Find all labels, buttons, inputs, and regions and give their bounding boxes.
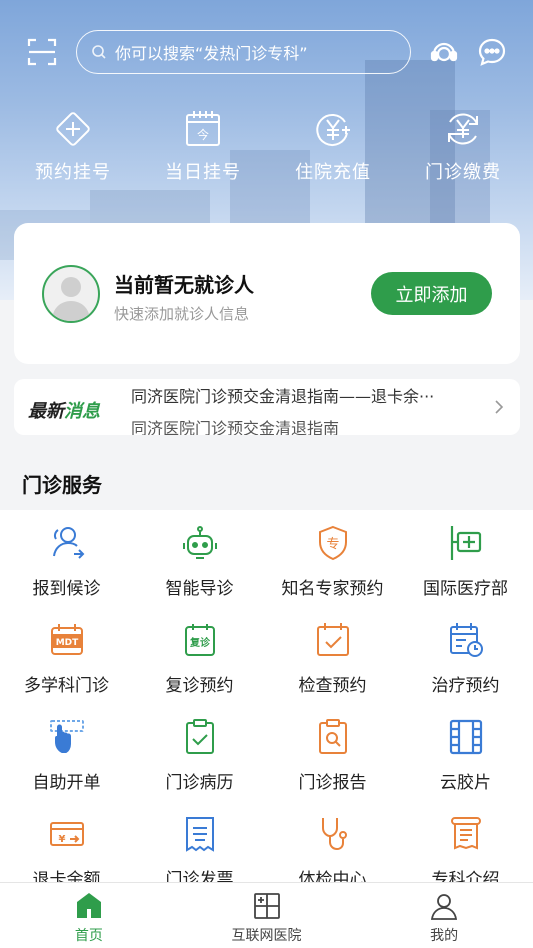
- service-label: 检查预约: [298, 676, 367, 696]
- quick-action-inpatient-topup[interactable]: 住院充值: [268, 108, 398, 184]
- clipboard-check-icon: [185, 719, 214, 754]
- quick-action-label: 预约挂号: [35, 162, 111, 183]
- service-label: 门诊病历: [165, 773, 234, 793]
- service-label: 国际医疗部: [423, 579, 508, 599]
- news-ticker[interactable]: 最新消息 同济医院门诊预交金清退指南——退卡余··· 同济医院门诊预交金清退指南: [14, 379, 520, 435]
- user-icon: [431, 894, 458, 920]
- service-label: 治疗预约: [431, 676, 500, 696]
- service-checkin[interactable]: 报到候诊: [0, 510, 133, 607]
- film-icon: [449, 719, 482, 755]
- tab-label: 我的: [430, 928, 459, 944]
- news-headline: 同济医院门诊预交金清退指南——退卡余···: [131, 387, 435, 406]
- search-placeholder: 你可以搜索“发热门诊专科”: [115, 44, 308, 63]
- bottom-tab-bar: 首页 互联网医院 我的: [0, 882, 533, 948]
- service-label: 专科介绍: [431, 870, 500, 882]
- svg-text:专: 专: [326, 537, 339, 552]
- scan-icon[interactable]: [26, 36, 58, 68]
- service-label: 自助开单: [32, 773, 101, 793]
- patient-card-title: 当前暂无就诊人: [114, 273, 254, 297]
- stethoscope-icon: [321, 818, 347, 851]
- service-revisit[interactable]: 复诊 复诊预约: [133, 607, 266, 704]
- calendar-today-icon: 今: [186, 111, 220, 146]
- section-title: 门诊服务: [22, 473, 102, 497]
- svg-text:¥: ¥: [58, 834, 65, 845]
- service-label: 体检中心: [298, 870, 367, 882]
- service-label: 多学科门诊: [24, 676, 109, 696]
- top-bar: 你可以搜索“发热门诊专科”: [0, 30, 533, 76]
- customer-service-icon[interactable]: [428, 36, 460, 68]
- service-label: 复诊预约: [165, 676, 234, 696]
- service-invoice[interactable]: 门诊发票: [133, 801, 266, 882]
- svg-text:复诊: 复诊: [189, 636, 211, 649]
- chevron-right-icon: [495, 400, 504, 414]
- message-icon[interactable]: [476, 36, 508, 68]
- patient-card-subtitle: 快速添加就诊人信息: [114, 305, 250, 323]
- service-mdt[interactable]: MDT 多学科门诊: [0, 607, 133, 704]
- expert-shield-icon: 专: [318, 525, 347, 561]
- service-treatment-appointment[interactable]: 治疗预约: [399, 607, 532, 704]
- service-medical-record[interactable]: 门诊病历: [133, 704, 266, 801]
- mdt-calendar-icon: MDT: [50, 624, 83, 655]
- service-international[interactable]: 国际医疗部: [399, 510, 532, 607]
- service-label: 门诊发票: [165, 870, 234, 882]
- quick-actions: 预约挂号 今 当日挂号 住院充值 门诊缴费: [0, 108, 533, 184]
- quick-action-label: 当日挂号: [165, 162, 241, 183]
- tab-mine[interactable]: 我的: [355, 883, 533, 948]
- add-patient-button[interactable]: 立即添加: [371, 272, 492, 315]
- report-search-icon: [318, 719, 347, 754]
- service-label: 知名专家预约: [281, 579, 384, 599]
- tab-home[interactable]: 首页: [0, 883, 178, 948]
- touch-hand-icon: [49, 720, 84, 753]
- news-headline-next: 同济医院门诊预交金清退指南: [131, 419, 340, 435]
- svg-text:MDT: MDT: [55, 638, 78, 648]
- service-label: 报到候诊: [32, 579, 101, 599]
- avatar: [42, 265, 100, 323]
- yen-plus-icon: [316, 114, 350, 146]
- service-label: 云胶片: [440, 773, 491, 793]
- patient-card: 当前暂无就诊人 快速添加就诊人信息 立即添加: [14, 223, 520, 364]
- treatment-calendar-icon: [449, 623, 483, 657]
- service-label: 门诊报告: [298, 773, 367, 793]
- internet-hospital-icon: [253, 893, 280, 919]
- search-icon: [92, 45, 106, 59]
- home-icon: [76, 893, 101, 918]
- quick-action-outpatient-payment[interactable]: 门诊缴费: [398, 108, 528, 184]
- svg-text:今: 今: [197, 127, 209, 142]
- default-avatar-icon: [52, 277, 90, 321]
- invoice-icon: [185, 817, 214, 852]
- plus-diamond-icon: [56, 112, 90, 146]
- outpatient-services: 报到候诊 智能导诊 专 知名专家预约 国际医疗部 MDT 多学科门诊 复诊 复诊…: [0, 510, 533, 882]
- tab-internet-hospital[interactable]: 互联网医院: [178, 883, 356, 948]
- search-input[interactable]: 你可以搜索“发热门诊专科”: [76, 30, 411, 74]
- international-clinic-icon: [450, 526, 481, 560]
- service-physical-exam[interactable]: 体检中心: [266, 801, 399, 882]
- tab-label: 首页: [74, 928, 103, 944]
- revisit-icon: 复诊: [184, 624, 215, 656]
- service-exam-appointment[interactable]: 检查预约: [266, 607, 399, 704]
- service-self-order[interactable]: 自助开单: [0, 704, 133, 801]
- service-label: 退卡余额: [32, 870, 101, 882]
- service-expert-appointment[interactable]: 专 知名专家预约: [266, 510, 399, 607]
- scroll-icon: [450, 817, 481, 850]
- service-label: 智能导诊: [165, 579, 234, 599]
- robot-icon: [182, 526, 217, 559]
- quick-action-appointment[interactable]: 预约挂号: [8, 108, 138, 184]
- news-logo: 最新消息: [28, 401, 100, 422]
- quick-action-same-day[interactable]: 今 当日挂号: [138, 108, 268, 184]
- quick-action-label: 门诊缴费: [425, 162, 501, 183]
- refund-card-icon: ¥: [49, 822, 84, 846]
- yen-refresh-icon: [448, 113, 478, 145]
- service-card-refund[interactable]: ¥ 退卡余额: [0, 801, 133, 882]
- check-calendar-icon: [316, 623, 349, 656]
- tab-label: 互联网医院: [231, 928, 302, 944]
- service-specialty-intro[interactable]: 专科介绍: [399, 801, 532, 882]
- quick-action-label: 住院充值: [295, 162, 371, 183]
- service-report[interactable]: 门诊报告: [266, 704, 399, 801]
- checkin-user-icon: [52, 527, 84, 559]
- service-cloud-film[interactable]: 云胶片: [399, 704, 532, 801]
- service-smart-guide[interactable]: 智能导诊: [133, 510, 266, 607]
